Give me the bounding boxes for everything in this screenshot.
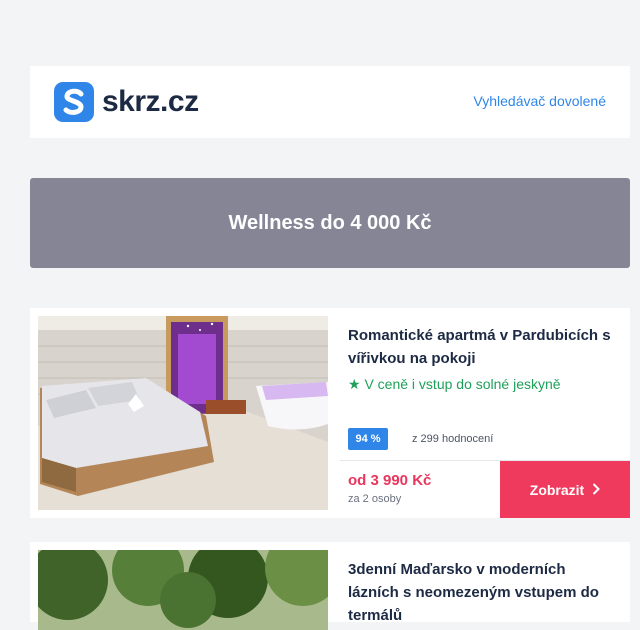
review-count: z 299 hodnocení: [412, 433, 494, 445]
show-offer-label: Zobrazit: [529, 481, 585, 498]
logo-text: skrz.cz: [102, 85, 199, 118]
offer-card[interactable]: 3denní Maďarsko v moderních lázních s ne…: [30, 542, 630, 630]
vacation-search-link[interactable]: Vyhledávač dovolené: [473, 93, 606, 109]
offer-photo[interactable]: [38, 316, 328, 510]
chevron-right-icon: [592, 482, 601, 498]
offer-rating: 94 % z 299 hodnocení: [348, 428, 493, 450]
offer-price: od 3 990 Kč: [348, 472, 432, 489]
offer-card[interactable]: Romantické apartmá v Pardubicích s vířiv…: [30, 308, 630, 518]
category-title: Wellness do 4 000 Kč: [228, 211, 432, 234]
hungary-spa-image: [38, 550, 328, 630]
wellness-room-image: [38, 316, 328, 510]
show-offer-button[interactable]: Zobrazit: [500, 461, 630, 518]
offer-perk-text: V ceně i vstup do solné jeskyně: [364, 376, 561, 392]
category-banner: Wellness do 4 000 Kč: [30, 178, 630, 268]
skrz-logo-icon: [54, 82, 94, 122]
offer-title[interactable]: 3denní Maďarsko v moderních lázních s ne…: [348, 558, 618, 627]
offer-persons: za 2 osoby: [348, 493, 402, 505]
offer-title[interactable]: Romantické apartmá v Pardubicích s vířiv…: [348, 324, 618, 370]
site-header: skrz.cz Vyhledávač dovolené: [30, 66, 630, 138]
offer-perk: ★ V ceně i vstup do solné jeskyně: [348, 376, 561, 393]
star-icon: ★: [348, 376, 361, 392]
offer-photo[interactable]: [38, 550, 328, 630]
skrz-logo[interactable]: skrz.cz: [54, 82, 199, 122]
rating-badge: 94 %: [348, 428, 388, 450]
